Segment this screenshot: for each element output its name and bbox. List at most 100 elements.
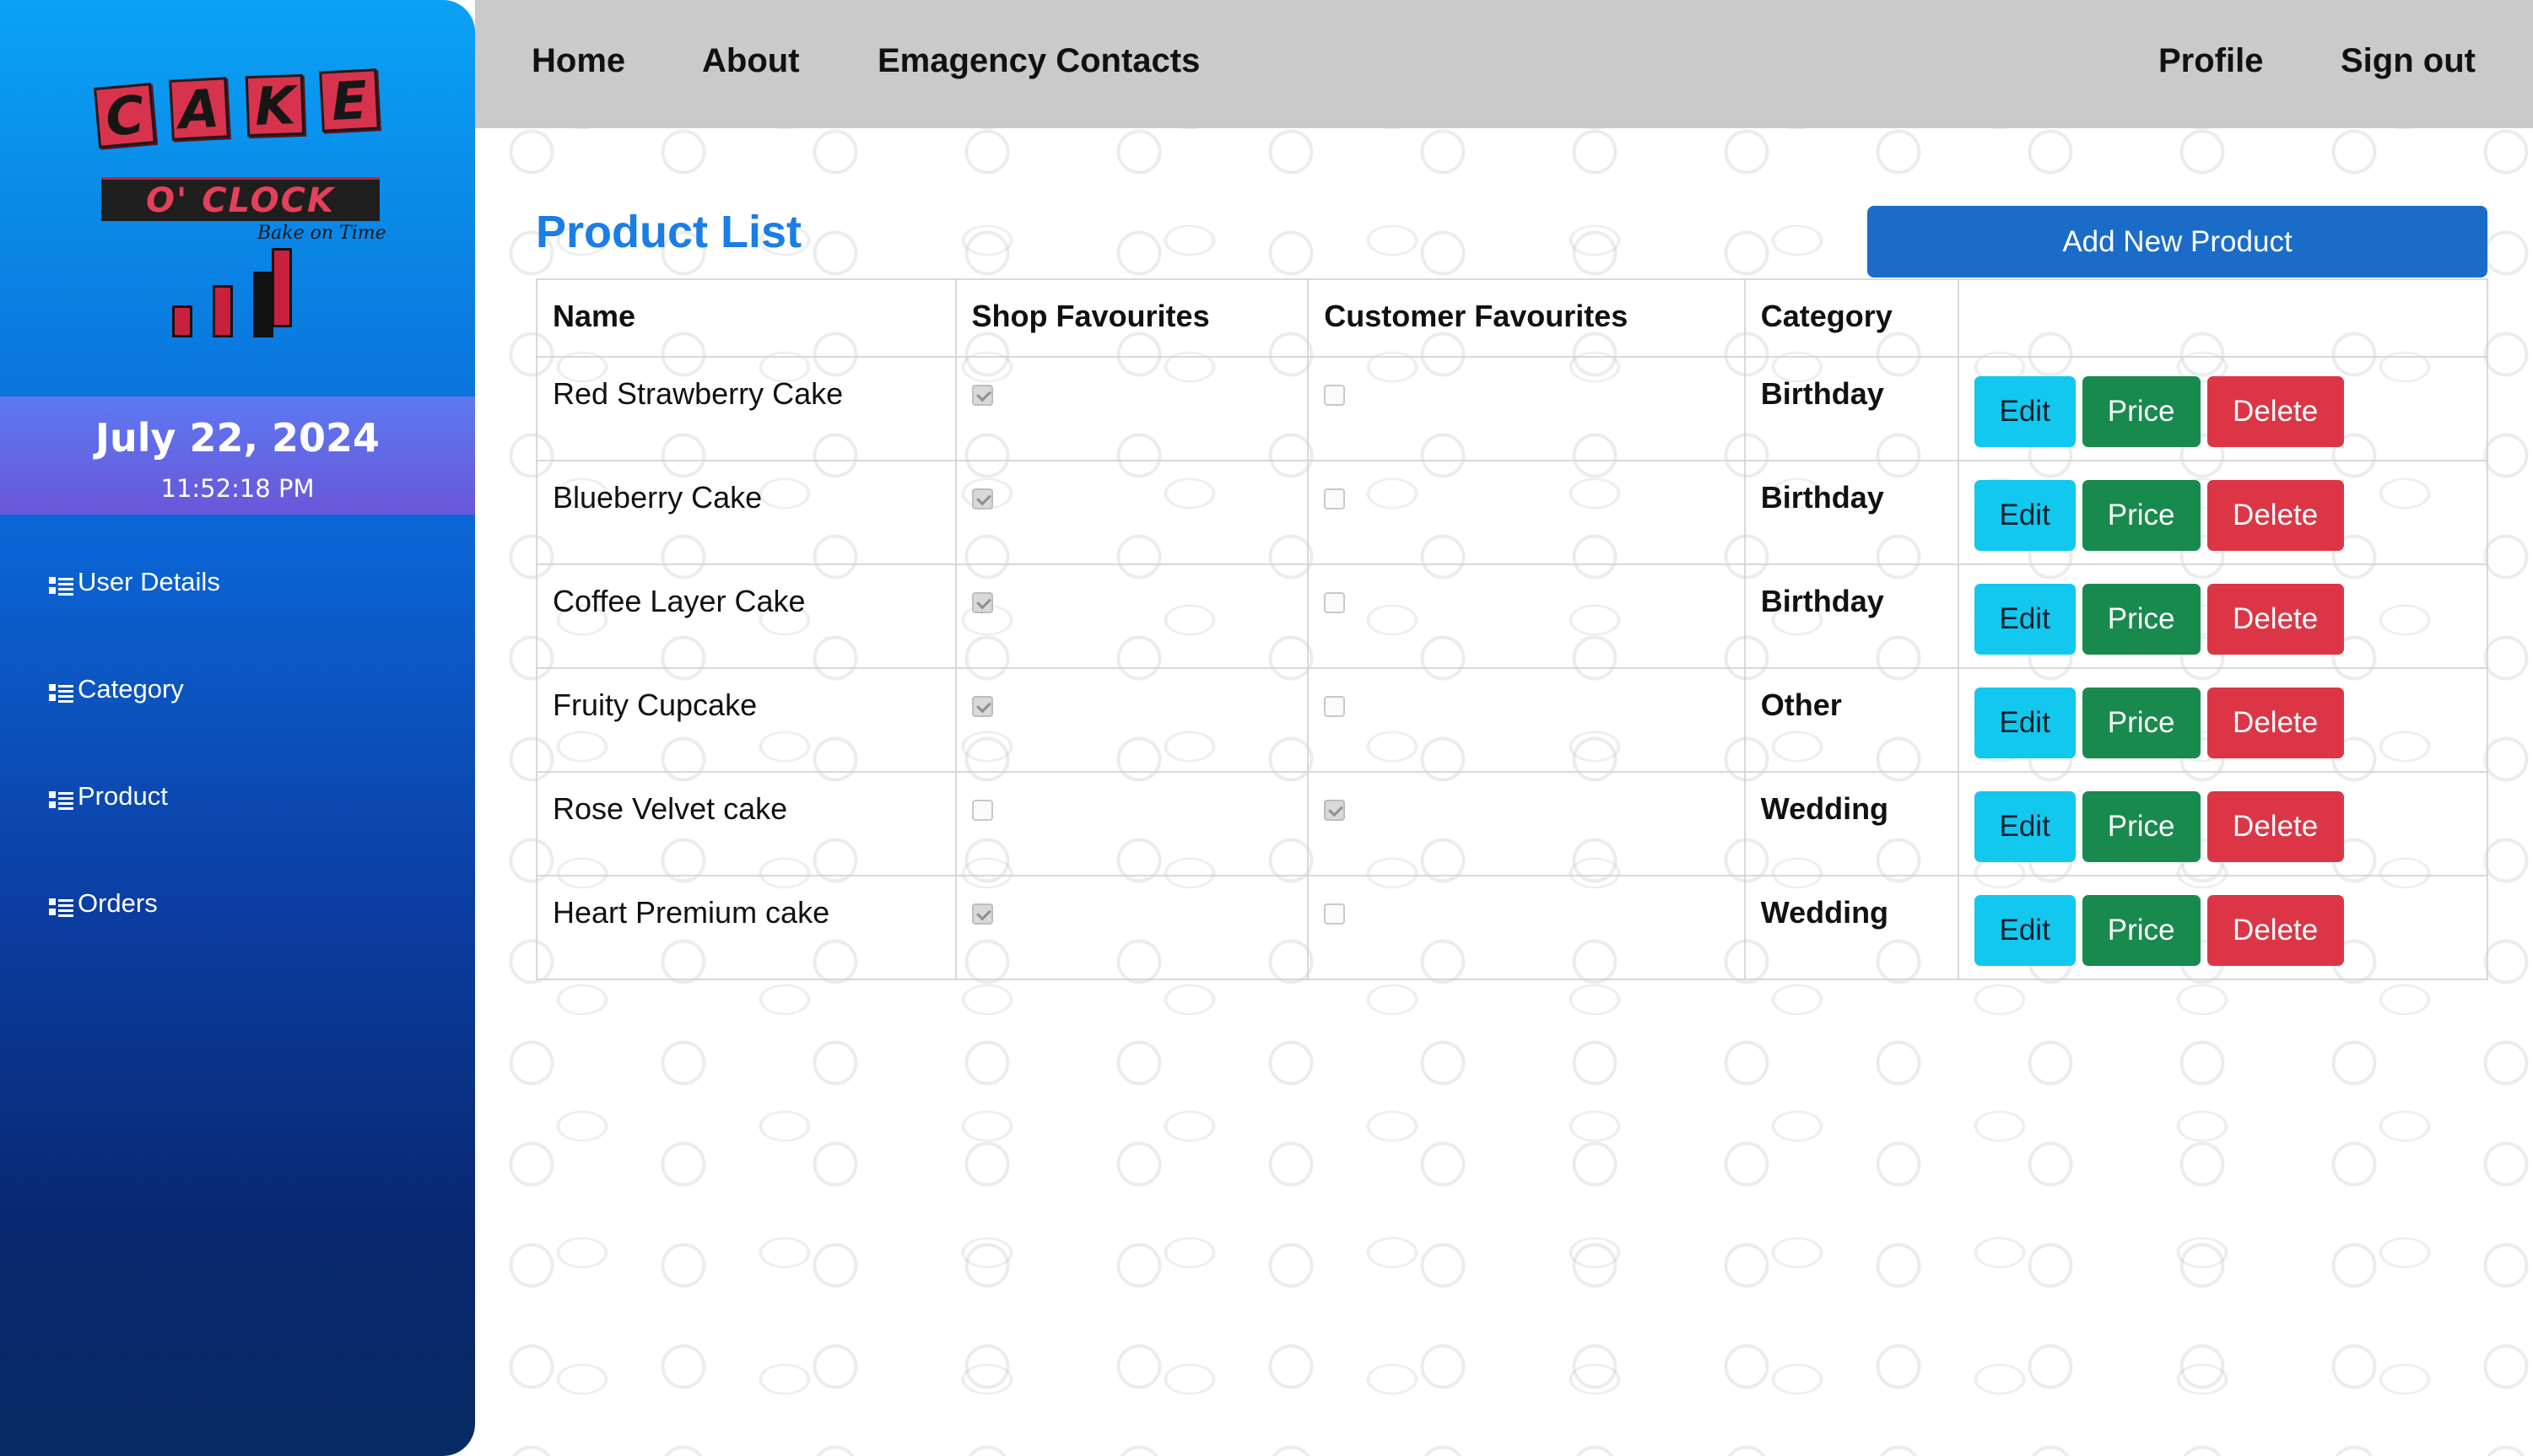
date-time-panel: July 22, 2024 11:52:18 PM xyxy=(0,396,475,515)
shop-favourite-cell xyxy=(954,564,1310,669)
price-button[interactable]: Price xyxy=(2082,895,2201,966)
customer-favourite-checkbox[interactable] xyxy=(1324,696,1346,717)
shop-favourite-checkbox[interactable] xyxy=(971,592,993,613)
customer-favourite-checkbox[interactable] xyxy=(1324,800,1346,821)
list-icon xyxy=(49,791,73,810)
table-row: Fruity Cupcake Other Edit Price Delete xyxy=(536,667,2489,773)
edit-button[interactable]: Edit xyxy=(1974,480,2076,551)
table-row: Rose Velvet cake Wedding Edit Price Delete xyxy=(536,771,2489,876)
shop-favourite-cell xyxy=(954,875,1310,980)
delete-button[interactable]: Delete xyxy=(2206,584,2344,655)
shop-favourite-checkbox[interactable] xyxy=(971,696,993,717)
page-title: Product List xyxy=(536,207,802,257)
list-icon xyxy=(49,684,73,703)
column-header-category: Category xyxy=(1743,278,1959,358)
current-date: July 22, 2024 xyxy=(95,415,381,461)
table-row: Coffee Layer Cake Birthday Edit Price Delete xyxy=(536,564,2489,669)
sidebar-item-orders[interactable]: Orders xyxy=(47,888,452,995)
product-name: Blueberry Cake xyxy=(536,460,957,565)
product-category: Other xyxy=(1743,667,1959,773)
sidebar-item-label: Category xyxy=(78,674,184,704)
logo-letter: K xyxy=(245,74,305,137)
logo-letter: C xyxy=(93,83,157,148)
add-new-product-button[interactable]: Add New Product xyxy=(1867,206,2487,278)
logo-tagline: Bake on Time xyxy=(257,223,386,244)
row-actions: Edit Price Delete xyxy=(1957,771,2489,876)
product-table: Name Shop Favourites Customer Favourites… xyxy=(536,278,2489,980)
shop-favourite-checkbox[interactable] xyxy=(971,903,993,925)
table-row: Heart Premium cake Wedding Edit Price Delete xyxy=(536,875,2489,980)
logo-letter: E xyxy=(319,68,380,132)
customer-favourite-cell xyxy=(1307,356,1746,461)
product-category: Birthday xyxy=(1743,460,1959,565)
logo-wordmark: C A K E xyxy=(93,63,392,156)
row-actions: Edit Price Delete xyxy=(1957,667,2489,773)
customer-favourite-checkbox[interactable] xyxy=(1324,385,1346,406)
customer-favourite-cell xyxy=(1307,771,1746,876)
sidebar-item-label: Product xyxy=(78,781,168,811)
nav-signout-link[interactable]: Sign out xyxy=(2341,42,2476,80)
customer-favourite-checkbox[interactable] xyxy=(1324,903,1346,925)
price-button[interactable]: Price xyxy=(2082,791,2201,862)
delete-button[interactable]: Delete xyxy=(2206,480,2344,551)
price-button[interactable]: Price xyxy=(2082,480,2201,551)
shop-favourite-cell xyxy=(954,771,1310,876)
edit-button[interactable]: Edit xyxy=(1974,791,2076,862)
price-button[interactable]: Price xyxy=(2082,688,2201,758)
nav-emergency-contacts-link[interactable]: Emagency Contacts xyxy=(878,42,1200,80)
customer-favourite-cell xyxy=(1307,667,1746,773)
sidebar-nav: User Details Category Product Orders xyxy=(47,567,452,995)
logo-bar-chart-icon xyxy=(169,248,312,337)
current-time: 11:52:18 PM xyxy=(160,474,315,503)
shop-favourite-cell xyxy=(954,460,1310,565)
edit-button[interactable]: Edit xyxy=(1974,584,2076,655)
nav-about-link[interactable]: About xyxy=(702,42,800,80)
row-actions: Edit Price Delete xyxy=(1957,460,2489,565)
customer-favourite-cell xyxy=(1307,875,1746,980)
delete-button[interactable]: Delete xyxy=(2206,376,2344,447)
product-name: Rose Velvet cake xyxy=(536,771,957,876)
list-icon xyxy=(49,577,73,596)
column-header-customer-favourites: Customer Favourites xyxy=(1307,278,1746,358)
sidebar-item-user-details[interactable]: User Details xyxy=(47,567,452,674)
product-name: Heart Premium cake xyxy=(536,875,957,980)
product-category: Wedding xyxy=(1743,875,1959,980)
delete-button[interactable]: Delete xyxy=(2206,688,2344,758)
customer-favourite-cell xyxy=(1307,460,1746,565)
sidebar: C A K E O' CLOCK Bake on Time July 22, 2… xyxy=(0,0,475,1456)
price-button[interactable]: Price xyxy=(2082,376,2201,447)
column-header-name: Name xyxy=(536,278,957,358)
shop-favourite-checkbox[interactable] xyxy=(971,385,993,406)
logo[interactable]: C A K E O' CLOCK Bake on Time xyxy=(0,0,475,396)
nav-profile-link[interactable]: Profile xyxy=(2158,42,2263,80)
row-actions: Edit Price Delete xyxy=(1957,564,2489,669)
shop-favourite-checkbox[interactable] xyxy=(971,488,993,510)
row-actions: Edit Price Delete xyxy=(1957,356,2489,461)
product-name: Fruity Cupcake xyxy=(536,667,957,773)
product-category: Birthday xyxy=(1743,564,1959,669)
edit-button[interactable]: Edit xyxy=(1974,688,2076,758)
shop-favourite-checkbox[interactable] xyxy=(971,800,993,821)
shop-favourite-cell xyxy=(954,356,1310,461)
product-name: Red Strawberry Cake xyxy=(536,356,957,461)
product-category: Birthday xyxy=(1743,356,1959,461)
price-button[interactable]: Price xyxy=(2082,584,2201,655)
edit-button[interactable]: Edit xyxy=(1974,376,2076,447)
shop-favourite-cell xyxy=(954,667,1310,773)
customer-favourite-checkbox[interactable] xyxy=(1324,488,1346,510)
edit-button[interactable]: Edit xyxy=(1974,895,2076,966)
delete-button[interactable]: Delete xyxy=(2206,895,2344,966)
customer-favourite-cell xyxy=(1307,564,1746,669)
sidebar-item-product[interactable]: Product xyxy=(47,781,452,888)
delete-button[interactable]: Delete xyxy=(2206,791,2344,862)
sidebar-item-category[interactable]: Category xyxy=(47,674,452,781)
top-navbar: Home About Emagency Contacts Profile Sig… xyxy=(475,0,2533,128)
nav-home-link[interactable]: Home xyxy=(532,42,625,80)
list-icon xyxy=(49,898,73,917)
customer-favourite-checkbox[interactable] xyxy=(1324,592,1346,613)
table-row: Red Strawberry Cake Birthday Edit Price Dele… xyxy=(536,356,2489,461)
row-actions: Edit Price Delete xyxy=(1957,875,2489,980)
product-name: Coffee Layer Cake xyxy=(536,564,957,669)
sidebar-item-label: Orders xyxy=(78,888,158,918)
table-row: Blueberry Cake Birthday Edit Price Delete xyxy=(536,460,2489,565)
